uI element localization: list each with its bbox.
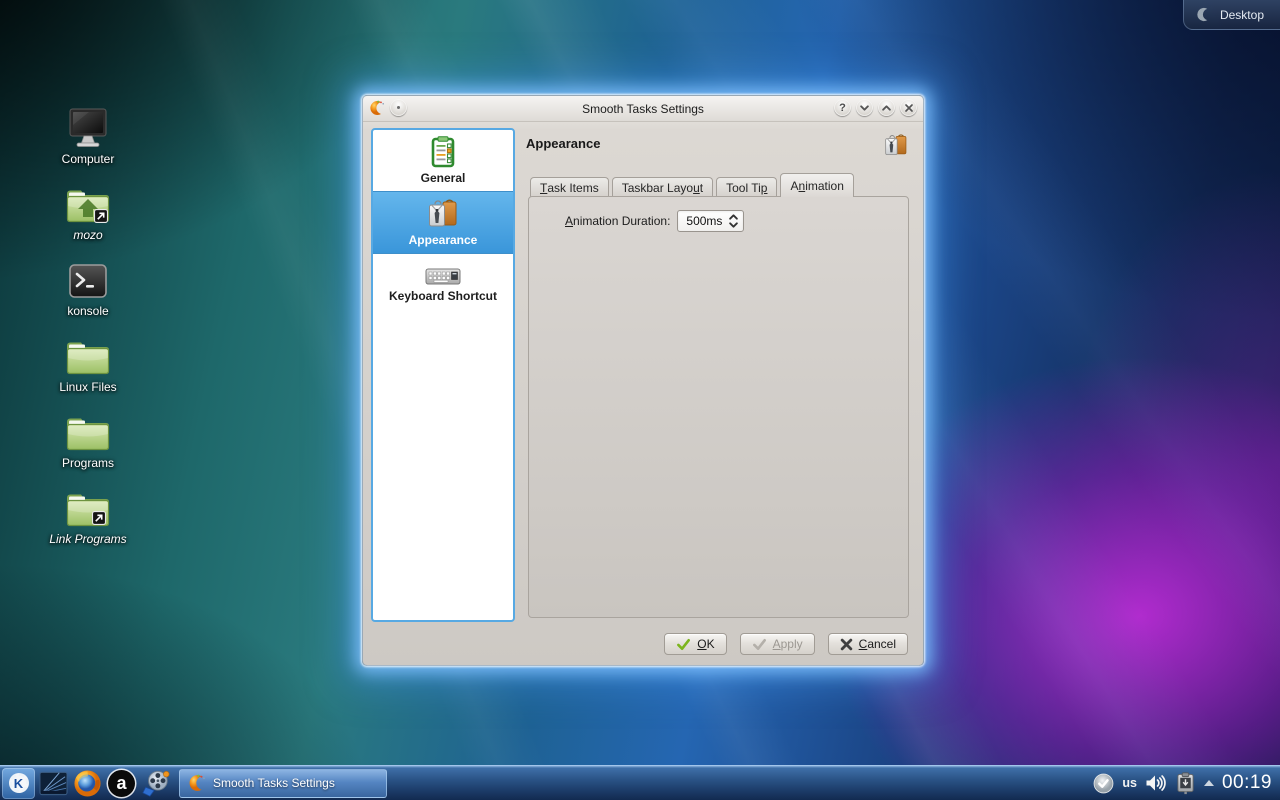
minimize-button[interactable]	[856, 99, 873, 116]
sidebar-item-appearance[interactable]: Appearance	[373, 191, 513, 254]
desktop-icon-mozo[interactable]: mozo	[43, 177, 133, 252]
tab-label: imation	[805, 179, 844, 193]
taskbar-panel: K a Smooth Task	[0, 765, 1280, 800]
cancel-button[interactable]: Cancel	[828, 633, 908, 655]
terminal-icon	[66, 253, 110, 301]
desktop-icon-label: Programs	[62, 456, 114, 470]
tray-expand-arrow-icon[interactable]	[1204, 780, 1214, 786]
apply-button[interactable]: Apply	[740, 633, 815, 655]
check-icon	[676, 637, 691, 652]
folder-link-icon	[64, 481, 112, 529]
page-title: Appearance	[526, 136, 600, 151]
desktop-icon-label: mozo	[73, 228, 102, 242]
tab-tool-tip[interactable]: Tool Tip	[716, 177, 777, 197]
dot-icon	[397, 106, 400, 109]
firefox-icon	[73, 769, 102, 798]
tab-label: u	[693, 181, 700, 195]
keyboard-layout-indicator[interactable]: us	[1122, 776, 1137, 790]
tab-label: Taskbar Layo	[622, 181, 693, 195]
tab-taskbar-layout[interactable]: Taskbar Layout	[612, 177, 713, 197]
close-button[interactable]	[900, 99, 917, 116]
tab-label: p	[761, 181, 768, 195]
animation-tab-panel: Animation Duration: 500ms	[528, 196, 909, 618]
desktop-icon-konsole[interactable]: konsole	[43, 253, 133, 328]
spin-up-icon	[729, 214, 738, 220]
general-icon	[428, 136, 458, 168]
cashew-crescent-icon	[1196, 7, 1211, 22]
desktop-icon-computer[interactable]: Computer	[43, 101, 133, 176]
clipboard-icon[interactable]	[1175, 772, 1196, 795]
app-crescent-icon	[188, 774, 206, 792]
settings-category-list: General Appearance Keyboard Shortcut	[371, 128, 515, 622]
chevron-down-icon	[860, 105, 869, 111]
help-button[interactable]: ?	[834, 99, 851, 116]
close-icon	[904, 103, 914, 113]
folder-icon	[64, 405, 112, 453]
tab-task-items[interactable]: Task Items	[530, 177, 609, 197]
tab-label: t	[700, 181, 703, 195]
sidebar-item-label: General	[421, 171, 466, 185]
desktop-toolbox[interactable]: Desktop	[1183, 0, 1280, 30]
desktop-icon-link-programs[interactable]: Link Programs	[43, 481, 133, 556]
folder-icon	[64, 329, 112, 377]
window-menu-button[interactable]	[390, 99, 407, 116]
kde-gear-icon: K	[9, 773, 29, 793]
spinbox-arrows[interactable]	[729, 214, 738, 228]
task-button-smooth-tasks[interactable]: Smooth Tasks Settings	[179, 769, 387, 798]
appearance-icon	[426, 198, 460, 230]
tab-animation[interactable]: Animation	[780, 173, 853, 197]
home-folder-link-icon	[64, 177, 112, 225]
animation-duration-spinbox[interactable]: 500ms	[677, 210, 744, 232]
tab-label: A	[790, 179, 798, 193]
computer-icon	[64, 101, 112, 149]
tab-label: ask Items	[547, 181, 598, 195]
x-icon	[840, 638, 853, 651]
maximize-button[interactable]	[878, 99, 895, 116]
app-crescent-icon	[369, 100, 385, 116]
animation-duration-label: Animation Duration:	[565, 214, 670, 228]
show-desktop-button[interactable]	[38, 768, 69, 799]
kmenu-button[interactable]: K	[2, 768, 35, 799]
digital-clock[interactable]: 00:19	[1222, 772, 1272, 794]
ok-button[interactable]: OK	[664, 633, 726, 655]
sidebar-item-label: Appearance	[409, 233, 478, 247]
window-title: Smooth Tasks Settings	[582, 102, 704, 116]
desktop-icon-label: Link Programs	[49, 532, 126, 546]
tab-label: Tool Ti	[726, 181, 761, 195]
chevron-up-icon	[882, 105, 891, 111]
desktop-icon-column: Computer mozo konsole Linux Files Progra…	[43, 101, 133, 556]
system-tray: us 00:19	[1093, 772, 1272, 795]
smooth-tasks-settings-window: Smooth Tasks Settings ? General Appearan…	[362, 95, 924, 666]
media-player-icon	[141, 769, 171, 798]
spin-down-icon	[729, 222, 738, 228]
keyboard-icon	[425, 267, 461, 286]
media-player-launcher[interactable]	[140, 768, 171, 799]
desktop-icon-label: Computer	[62, 152, 115, 166]
toolbox-label: Desktop	[1220, 8, 1264, 22]
dialog-button-row: OK Apply Cancel	[664, 633, 908, 655]
desktop-icon-label: konsole	[67, 304, 108, 318]
question-icon: ?	[839, 102, 846, 114]
spinbox-value: 500ms	[686, 214, 722, 228]
window-titlebar[interactable]: Smooth Tasks Settings ?	[363, 96, 923, 122]
a-media-app-launcher[interactable]: a	[106, 768, 137, 799]
sidebar-item-label: Keyboard Shortcut	[389, 289, 497, 303]
appearance-header-icon	[883, 133, 909, 163]
a-logo-icon: a	[108, 770, 135, 797]
appearance-tab-bar: Task Items Taskbar Layout Tool Tip Anima…	[530, 173, 857, 197]
sidebar-item-general[interactable]: General	[373, 130, 513, 191]
status-check-icon[interactable]	[1093, 773, 1114, 794]
firefox-launcher[interactable]	[72, 768, 103, 799]
sidebar-item-keyboard-shortcut[interactable]: Keyboard Shortcut	[373, 254, 513, 315]
task-button-label: Smooth Tasks Settings	[213, 776, 335, 790]
desktop-icon-linux-files[interactable]: Linux Files	[43, 329, 133, 404]
volume-icon[interactable]	[1145, 774, 1167, 792]
check-icon	[752, 637, 767, 652]
desktop-icon-programs[interactable]: Programs	[43, 405, 133, 480]
show-desktop-icon	[39, 769, 68, 798]
tab-label: T	[540, 181, 547, 195]
tab-label: n	[799, 179, 806, 193]
desktop-icon-label: Linux Files	[59, 380, 116, 394]
